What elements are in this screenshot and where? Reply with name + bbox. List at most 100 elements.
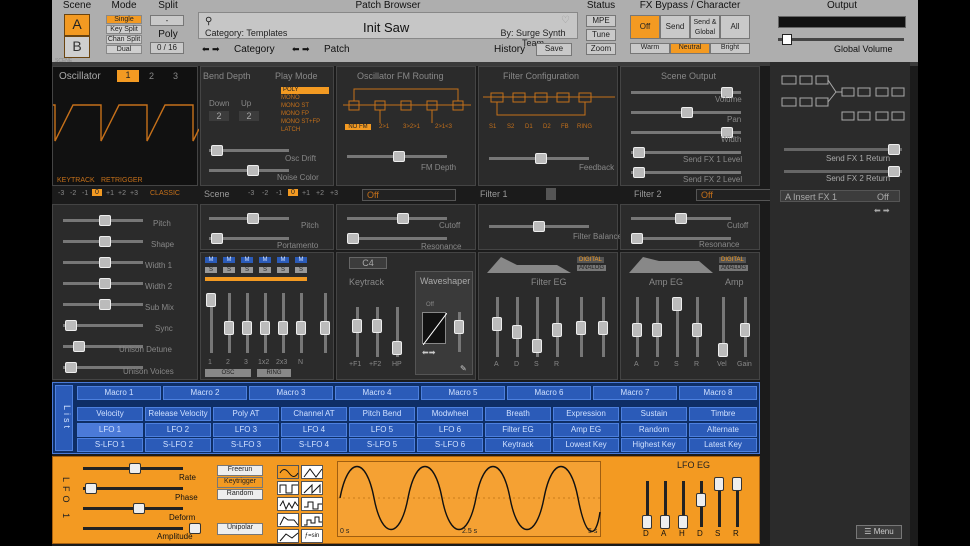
lfo-noise-icon[interactable]: [277, 497, 299, 511]
retrigger-toggle[interactable]: RETRIGGER: [101, 177, 143, 184]
osc-3-button[interactable]: 3: [173, 71, 178, 81]
osc-drift-knob[interactable]: [211, 145, 223, 156]
bend-up-value[interactable]: 2: [239, 111, 259, 121]
character-warm[interactable]: Warm: [630, 43, 670, 54]
filter-balance-knob[interactable]: [533, 221, 545, 232]
amp-eg-analog[interactable]: ANALOG: [719, 265, 749, 271]
sync-knob[interactable]: [65, 320, 77, 331]
amp-gain-knob[interactable]: [740, 323, 750, 337]
mod-channel-at[interactable]: Channel AT: [281, 407, 347, 421]
mod-modwheel[interactable]: Modwheel: [417, 407, 483, 421]
scene-octave-p1[interactable]: +1: [302, 190, 310, 197]
lfo-msegs-icon[interactable]: [277, 529, 299, 543]
mod-lfo-5[interactable]: LFO 5: [349, 423, 415, 437]
solo-1[interactable]: S: [205, 267, 217, 273]
width2-knob[interactable]: [99, 278, 111, 289]
filter-eg-depth1-knob[interactable]: [576, 321, 586, 335]
keytrack-f1-knob[interactable]: [352, 319, 362, 333]
list-toggle[interactable]: List: [55, 385, 73, 451]
scene-pitch-knob[interactable]: [247, 213, 259, 224]
mod-slfo-6[interactable]: S-LFO 6: [417, 438, 483, 452]
search-icon[interactable]: ⚲: [205, 16, 212, 27]
lfo-keytrigger[interactable]: Keytrigger: [217, 477, 263, 488]
lfo-square-icon[interactable]: [277, 481, 299, 495]
lfo-unipolar[interactable]: Unipolar: [217, 523, 263, 535]
play-poly[interactable]: POLY: [281, 87, 329, 94]
scene-a-button[interactable]: A: [64, 14, 90, 36]
filter-d1[interactable]: D1: [525, 124, 533, 130]
mixer-out-knob[interactable]: [320, 321, 330, 335]
lfo-sample-hold-icon[interactable]: [301, 497, 323, 511]
pan-knob[interactable]: [681, 107, 693, 118]
scene-octave-0[interactable]: 0: [288, 189, 298, 196]
filter-eg-digital[interactable]: DIGITAL: [577, 257, 604, 263]
mod-lfo-3[interactable]: LFO 3: [213, 423, 279, 437]
filter-ring[interactable]: RING: [577, 124, 592, 130]
filter1-type-select[interactable]: Off: [362, 189, 456, 201]
osc-octave-p2[interactable]: +2: [118, 190, 126, 197]
fm-2-1-3[interactable]: 2>1<3: [435, 124, 452, 130]
fx-routing-diagram[interactable]: [776, 68, 906, 134]
mixer-knob-3[interactable]: [242, 321, 252, 335]
filter-s1[interactable]: S1: [489, 124, 496, 130]
filter1-resonance-knob[interactable]: [347, 233, 359, 244]
play-mono-st[interactable]: MONO ST: [281, 103, 309, 109]
mod-poly-at[interactable]: Poly AT: [213, 407, 279, 421]
mode-single[interactable]: Single: [106, 15, 142, 24]
mixer-knob-2[interactable]: [224, 321, 234, 335]
fx-slot-type[interactable]: Off: [877, 192, 889, 202]
mute-5[interactable]: M: [277, 257, 289, 263]
mod-slfo-4[interactable]: S-LFO 4: [281, 438, 347, 452]
lfo-deform-knob[interactable]: [133, 503, 145, 514]
lfo-triangle-icon[interactable]: [301, 465, 323, 479]
lfo-amplitude-slider[interactable]: [83, 527, 183, 530]
lfo-eg-hold-knob[interactable]: [678, 515, 688, 529]
mod-expression[interactable]: Expression: [553, 407, 619, 421]
filter-eg-a-knob[interactable]: [492, 317, 502, 331]
filter-eg-r-knob[interactable]: [552, 323, 562, 337]
waveshaper-edit-icon[interactable]: ✎: [460, 364, 467, 373]
mod-slfo-2[interactable]: S-LFO 2: [145, 438, 211, 452]
mod-sustain[interactable]: Sustain: [621, 407, 687, 421]
submix-knob[interactable]: [99, 299, 111, 310]
tune-button[interactable]: Tune: [586, 29, 616, 41]
osc-1-button[interactable]: 1: [117, 70, 139, 82]
scene-octave-m2[interactable]: -2: [262, 190, 268, 197]
lfo-formula-icon[interactable]: ƒ=sin: [301, 529, 323, 543]
lfo-sine-icon[interactable]: [277, 465, 299, 479]
unison-detune-knob[interactable]: [73, 341, 85, 352]
lfo-waveform-display[interactable]: 0 s 2.5 s 5 s: [337, 461, 602, 537]
lfo-eg-decay-knob[interactable]: [696, 493, 706, 507]
play-latch[interactable]: LATCH: [281, 127, 300, 133]
scene-octave-m3[interactable]: -3: [248, 190, 254, 197]
filter1-cutoff-knob[interactable]: [397, 213, 409, 224]
keytrack-f2-knob[interactable]: [372, 319, 382, 333]
macro-8[interactable]: Macro 8: [679, 386, 757, 400]
fm-3-2-1[interactable]: 3>2>1: [403, 124, 420, 130]
filter2-resonance-knob[interactable]: [631, 233, 643, 244]
play-mono[interactable]: MONO: [281, 95, 300, 101]
lfo-envelope-icon[interactable]: [277, 513, 299, 527]
fx-slot-select[interactable]: A Insert FX 1 Off: [780, 190, 900, 202]
menu-button[interactable]: ☰ Menu: [856, 525, 902, 539]
mute-3[interactable]: M: [241, 257, 253, 263]
scene-octave-m1[interactable]: -1: [276, 190, 282, 197]
filter-eg-depth2-knob[interactable]: [598, 321, 608, 335]
mpe-button[interactable]: MPE: [586, 15, 616, 27]
mod-slfo-1[interactable]: S-LFO 1: [77, 438, 143, 452]
solo-4[interactable]: S: [259, 267, 271, 273]
portamento-knob[interactable]: [211, 233, 223, 244]
play-mono-st-fp[interactable]: MONO ST+FP: [281, 119, 320, 125]
favorite-heart-icon[interactable]: ♡: [561, 15, 570, 26]
keytrack-hp-knob[interactable]: [392, 341, 402, 355]
mod-lfo-4[interactable]: LFO 4: [281, 423, 347, 437]
mixer-knob-6[interactable]: [296, 321, 306, 335]
osc-octave-m2[interactable]: -2: [70, 190, 76, 197]
filter-s2[interactable]: S2: [507, 124, 514, 130]
macro-6[interactable]: Macro 6: [507, 386, 591, 400]
category-prev-next-icon[interactable]: ⬅ ➡: [202, 44, 220, 55]
lfo-phase-knob[interactable]: [85, 483, 97, 494]
osc-octave-0[interactable]: 0: [92, 189, 102, 196]
filter-eg-d-knob[interactable]: [512, 325, 522, 339]
patch-display[interactable]: ⚲ Category: Templates Init Saw By: Surge…: [198, 12, 578, 48]
